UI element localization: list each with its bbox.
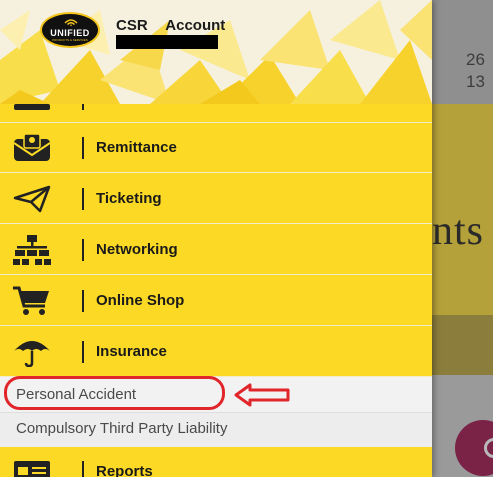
- menu-item-networking[interactable]: Networking: [0, 225, 432, 275]
- menu-item-insurance[interactable]: Insurance: [0, 327, 432, 377]
- redacted-account-id: [116, 35, 218, 49]
- menu-label: Ticketing: [96, 190, 162, 207]
- remittance-icon: [13, 133, 51, 161]
- network-tree-icon: [13, 235, 51, 265]
- logo-text: UNIFIED: [50, 28, 90, 38]
- background-heading: nts: [432, 208, 485, 254]
- highlight-annotation: [4, 376, 225, 410]
- menu-label: Remittance: [96, 139, 177, 156]
- menu-label: Reports: [96, 463, 153, 477]
- reports-icon: [14, 461, 50, 477]
- background-number: 26: [466, 50, 485, 69]
- menu-separator: [82, 137, 84, 159]
- shopping-cart-icon: [13, 286, 49, 315]
- menu-item-reports[interactable]: Reports: [0, 447, 432, 477]
- wifi-icon: [64, 19, 78, 26]
- menu-item-online-shop[interactable]: Online Shop: [0, 276, 432, 326]
- menu-separator: [82, 188, 84, 210]
- menu-item-partial[interactable]: [0, 104, 432, 123]
- logo-subtext: PRODUCTS & SERVICES: [52, 38, 88, 42]
- navigation-drawer: UNIFIED PRODUCTS & SERVICES CSR Account …: [0, 0, 432, 477]
- submenu-label: Compulsory Third Party Liability: [16, 420, 228, 437]
- background-band: [432, 315, 493, 375]
- menu-separator: [82, 239, 84, 261]
- menu-item-remittance[interactable]: Remittance: [0, 123, 432, 173]
- menu-item-icon: [14, 104, 50, 110]
- unified-logo: UNIFIED PRODUCTS & SERVICES: [40, 12, 100, 48]
- menu-separator: [82, 290, 84, 312]
- menu-separator: [82, 104, 84, 110]
- menu-label: Online Shop: [96, 292, 185, 309]
- menu-separator: [82, 341, 84, 363]
- account-title: CSR Account: [116, 17, 226, 34]
- submenu-item-ctpl[interactable]: Compulsory Third Party Liability: [0, 413, 432, 449]
- background-number: 13: [466, 72, 485, 91]
- menu-label: Insurance: [96, 343, 167, 360]
- menu-label: Networking: [96, 241, 178, 258]
- annotation-arrow-icon: [234, 383, 290, 407]
- umbrella-icon: [14, 341, 50, 367]
- menu-item-ticketing[interactable]: Ticketing: [0, 174, 432, 224]
- paper-plane-icon: [13, 185, 51, 213]
- drawer-header: UNIFIED PRODUCTS & SERVICES CSR Account: [0, 0, 432, 104]
- menu-separator: [82, 461, 84, 477]
